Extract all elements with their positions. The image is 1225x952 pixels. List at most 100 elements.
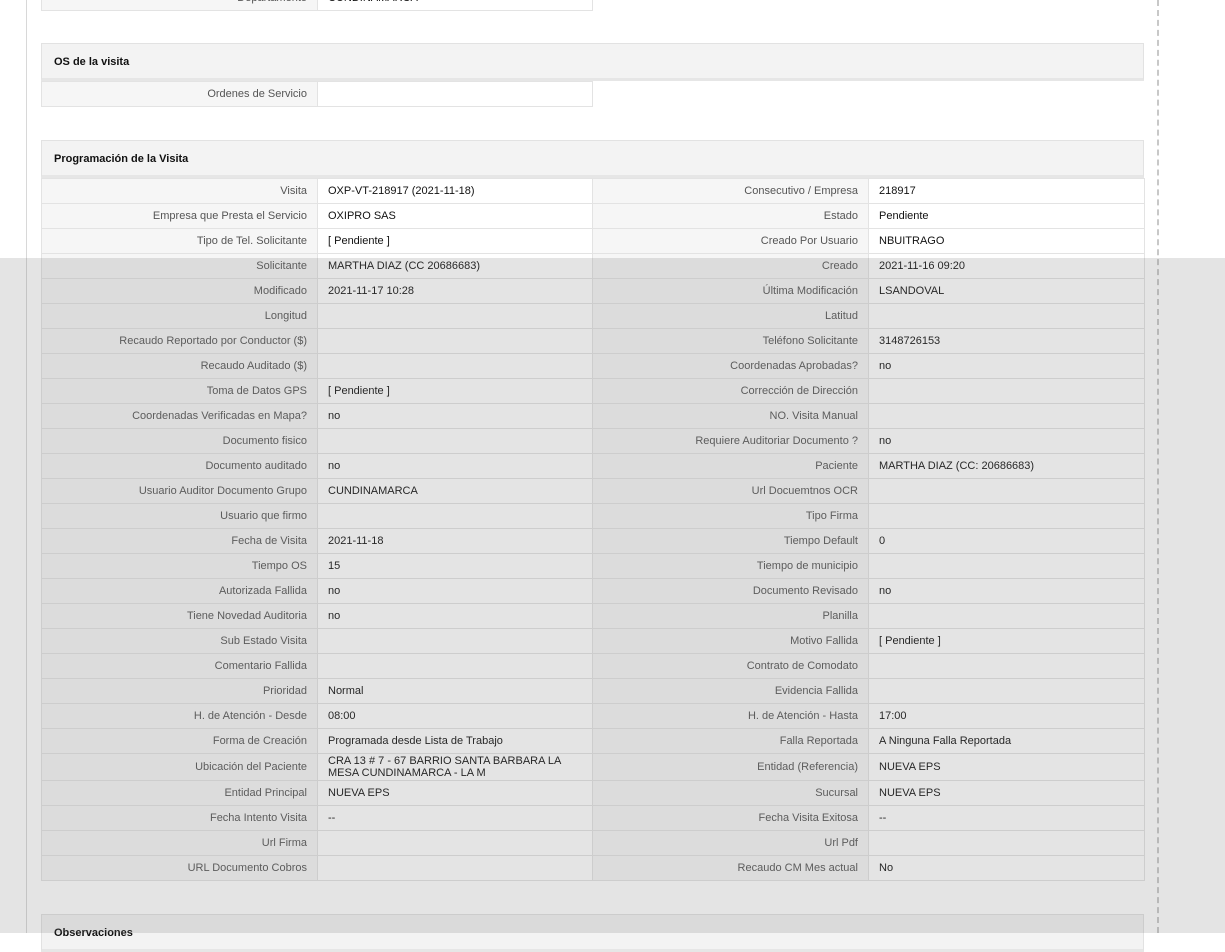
field-label: Estado xyxy=(592,203,869,229)
field-label: Latitud xyxy=(592,303,869,329)
field-value xyxy=(317,855,593,881)
table-row: Prioridad Normal Evidencia Fallida xyxy=(41,678,1145,704)
table-row: H. de Atención - Desde 08:00 H. de Atenció… xyxy=(41,703,1145,729)
field-label: Tiene Novedad Auditoria xyxy=(41,603,318,629)
field-label: Comentario Fallida xyxy=(41,653,318,679)
field-value: 2021-11-18 xyxy=(317,528,593,554)
field-label: Entidad Principal xyxy=(41,780,318,806)
field-value: no xyxy=(868,353,1145,379)
programacion-table: Visita OXP-VT-218917 (2021-11-18) Consecut… xyxy=(41,178,1145,881)
table-row: Solicitante MARTHA DIAZ (CC 20686683) Crea… xyxy=(41,253,1145,279)
field-label: Tiempo de municipio xyxy=(592,553,869,579)
field-label: Paciente xyxy=(592,453,869,479)
field-label: Coordenadas Verificadas en Mapa? xyxy=(41,403,318,429)
table-row: Autorizada Fallida no Documento Revisado … xyxy=(41,578,1145,604)
field-value: no xyxy=(317,403,593,429)
ordenes-servicio-field xyxy=(317,81,593,107)
table-row: Visita OXP-VT-218917 (2021-11-18) Consecut… xyxy=(41,178,1145,204)
left-border-line xyxy=(26,0,27,933)
field-value: [ Pendiente ] xyxy=(317,228,593,254)
field-label: Departamento xyxy=(41,0,318,11)
field-label: Forma de Creación xyxy=(41,728,318,754)
field-value: NUEVA EPS xyxy=(317,780,593,806)
field-value xyxy=(317,328,593,354)
field-label: Prioridad xyxy=(41,678,318,704)
field-label: H. de Atención - Hasta xyxy=(592,703,869,729)
field-value xyxy=(868,378,1145,404)
field-label: Creado xyxy=(592,253,869,279)
field-label: H. de Atención - Desde xyxy=(41,703,318,729)
field-value: 08:00 xyxy=(317,703,593,729)
field-value: Programada desde Lista de Trabajo xyxy=(317,728,593,754)
field-label: Motivo Fallida xyxy=(592,628,869,654)
field-label: Teléfono Solicitante xyxy=(592,328,869,354)
field-label: Recaudo CM Mes actual xyxy=(592,855,869,881)
field-value: Pendiente xyxy=(868,203,1145,229)
field-label: Visita xyxy=(41,178,318,204)
table-row: Longitud Latitud xyxy=(41,303,1145,329)
field-value xyxy=(317,830,593,856)
section-title: Programación de la Visita xyxy=(41,140,1144,178)
field-value: CUNDINAMARCA xyxy=(317,0,593,11)
table-row: Fecha Intento Visita -- Fecha Visita Exit… xyxy=(41,805,1145,831)
field-value: NUEVA EPS xyxy=(868,753,1145,781)
field-label: Solicitante xyxy=(41,253,318,279)
field-value xyxy=(317,428,593,454)
field-value: OXIPRO SAS xyxy=(317,203,593,229)
table-row: Url Firma Url Pdf xyxy=(41,830,1145,856)
field-label: Tiempo Default xyxy=(592,528,869,554)
field-value: -- xyxy=(317,805,593,831)
observaciones-section: Observaciones xyxy=(41,914,1144,952)
field-label: Modificado xyxy=(41,278,318,304)
table-row: Coordenadas Verificadas en Mapa? no NO. V… xyxy=(41,403,1145,429)
field-label: Sub Estado Visita xyxy=(41,628,318,654)
field-value: 17:00 xyxy=(868,703,1145,729)
field-label: Sucursal xyxy=(592,780,869,806)
field-label: Última Modificación xyxy=(592,278,869,304)
field-value: Normal xyxy=(317,678,593,704)
field-value: [ Pendiente ] xyxy=(317,378,593,404)
departamento-row-table: Departamento CUNDINAMARCA xyxy=(41,0,593,11)
field-value: CUNDINAMARCA xyxy=(317,478,593,504)
field-label: Contrato de Comodato xyxy=(592,653,869,679)
table-row: Modificado 2021-11-17 10:28 Última Modific… xyxy=(41,278,1145,304)
field-value: no xyxy=(317,603,593,629)
field-value xyxy=(868,830,1145,856)
os-table: Ordenes de Servicio xyxy=(41,81,593,107)
field-value: 2021-11-16 09:20 xyxy=(868,253,1145,279)
field-value xyxy=(317,628,593,654)
table-row: URL Documento Cobros Recaudo CM Mes actua… xyxy=(41,855,1145,881)
field-value: no xyxy=(868,578,1145,604)
field-label: Autorizada Fallida xyxy=(41,578,318,604)
field-value: no xyxy=(868,428,1145,454)
field-value: NBUITRAGO xyxy=(868,228,1145,254)
field-label: Ordenes de Servicio xyxy=(41,81,318,107)
table-row: Usuario que firmo Tipo Firma xyxy=(41,503,1145,529)
field-value xyxy=(868,478,1145,504)
table-row: Ubicación del Paciente CRA 13 # 7 - 67 BA… xyxy=(41,753,1145,781)
field-value xyxy=(868,503,1145,529)
table-row: Documento fisico Requiere Auditoriar Docu… xyxy=(41,428,1145,454)
field-value: LSANDOVAL xyxy=(868,278,1145,304)
right-dashed-divider xyxy=(1157,0,1159,933)
field-value: -- xyxy=(868,805,1145,831)
section-title: OS de la visita xyxy=(41,43,1144,81)
field-value xyxy=(868,303,1145,329)
field-label: Toma de Datos GPS xyxy=(41,378,318,404)
field-value: MARTHA DIAZ (CC 20686683) xyxy=(317,253,593,279)
programacion-section: Programación de la Visita Visita OXP-VT-2… xyxy=(41,140,1145,881)
table-row: Toma de Datos GPS[ Pendiente ] Corrección… xyxy=(41,378,1145,404)
field-value xyxy=(868,403,1145,429)
field-label: Requiere Auditoriar Documento ? xyxy=(592,428,869,454)
table-row: Comentario Fallida Contrato de Comodato xyxy=(41,653,1145,679)
field-value: 0 xyxy=(868,528,1145,554)
field-value xyxy=(317,503,593,529)
field-label: Tipo Firma xyxy=(592,503,869,529)
field-label: Falla Reportada xyxy=(592,728,869,754)
table-row: Usuario Auditor Documento Grupo CUNDINAMA… xyxy=(41,478,1145,504)
field-value xyxy=(868,603,1145,629)
field-label: Usuario Auditor Documento Grupo xyxy=(41,478,318,504)
field-label: Empresa que Presta el Servicio xyxy=(41,203,318,229)
field-value xyxy=(868,653,1145,679)
field-value: no xyxy=(317,453,593,479)
